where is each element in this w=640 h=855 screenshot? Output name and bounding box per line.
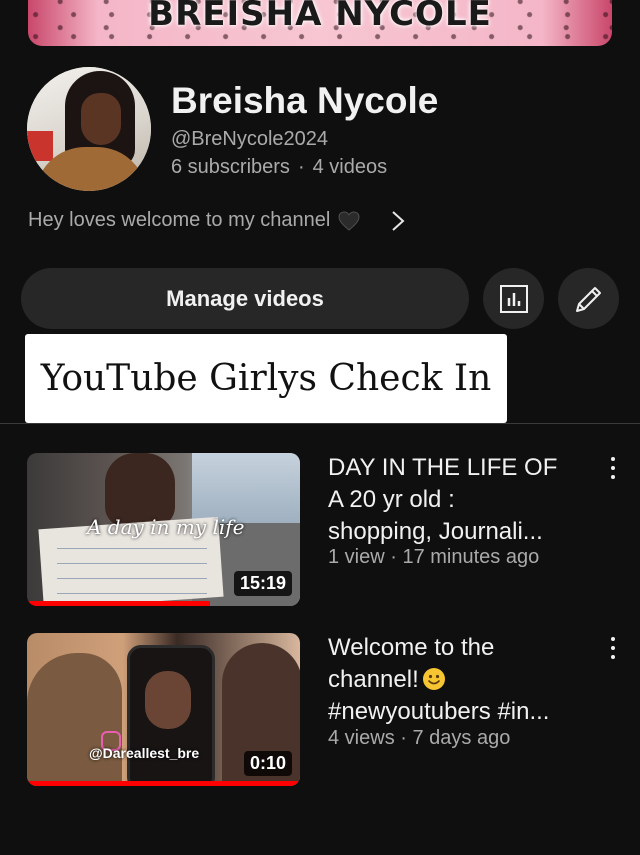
manage-videos-button[interactable]: Manage videos [21,268,469,329]
chevron-right-icon [392,210,405,231]
stats-separator: · [297,156,305,178]
avatar[interactable] [27,67,151,191]
analytics-icon [499,284,528,313]
channel-banner[interactable]: BREISHA NYCOLE [28,0,612,46]
video-thumbnail[interactable]: A day in my life 15:19 [27,453,300,606]
edit-channel-button[interactable] [558,268,619,329]
pencil-icon [575,286,601,312]
video-duration: 15:19 [233,571,292,596]
video-duration: 0:10 [243,751,292,776]
black-heart-icon [338,210,360,231]
more-vertical-icon [611,457,615,479]
more-vertical-icon [611,637,615,659]
video-count: 4 videos [312,156,388,178]
video-title[interactable]: Welcome to the channel! #newyoutubers #i… [328,632,590,728]
more-options-button[interactable] [603,634,623,662]
channel-description[interactable]: Hey loves welcome to my channel [28,209,406,232]
video-title[interactable]: DAY IN THE LIFE OF A 20 yr old : shoppin… [328,452,590,548]
channel-stats: 6 subscribers · 4 videos [171,156,387,179]
watch-progress-bar [27,781,300,786]
section-divider [0,423,640,424]
video-meta: 4 views · 7 days ago [328,727,511,749]
channel-handle: @BreNycole2024 [171,128,329,150]
watch-progress-bar [27,601,210,606]
video-meta: 1 view · 17 minutes ago [328,546,540,568]
text-sticker: YouTube Girlys Check In [25,334,507,423]
thumbnail-caption: A day in my life [87,515,245,539]
video-thumbnail[interactable]: @Dareallest_bre 0:10 [27,633,300,786]
smiley-emoji-icon [422,668,445,690]
description-text: Hey loves welcome to my channel [28,209,331,231]
more-options-button[interactable] [603,454,623,482]
banner-title: BREISHA NYCOLE [148,0,492,34]
channel-name: Breisha Nycole [171,80,439,121]
subscriber-count: 6 subscribers [171,156,290,178]
thumbnail-caption: @Dareallest_bre [89,745,200,761]
analytics-button[interactable] [483,268,544,329]
